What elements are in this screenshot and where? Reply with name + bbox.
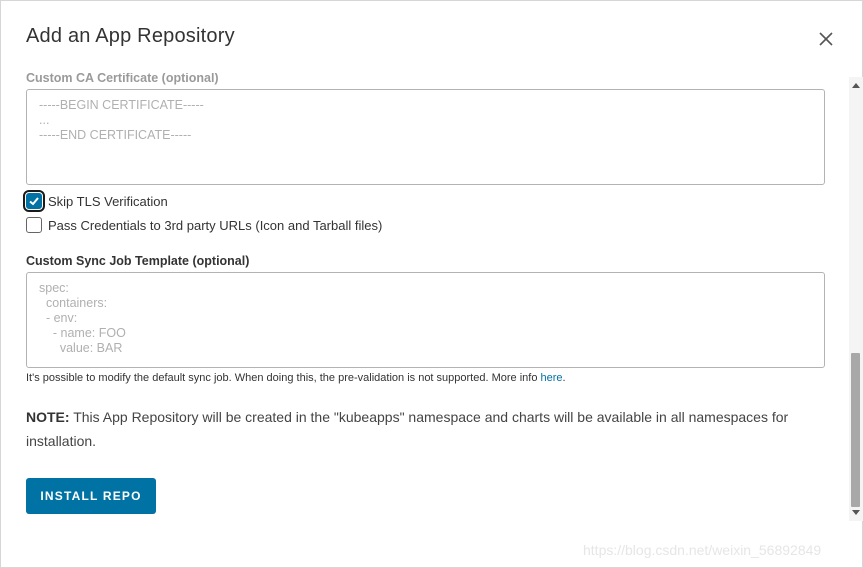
scroll-up-icon[interactable] [852,83,860,88]
watermark: https://blog.csdn.net/weixin_56892849 [583,542,822,558]
sync-job-helper-link[interactable]: here [541,372,563,384]
note-text: This App Repository will be created in t… [26,409,789,449]
install-repo-button[interactable]: INSTALL REPO [26,478,156,514]
ca-certificate-label: Custom CA Certificate (optional) [26,73,219,85]
pass-credentials-row: Pass Credentials to 3rd party URLs (Icon… [26,217,382,233]
pass-credentials-label: Pass Credentials to 3rd party URLs (Icon… [48,217,383,233]
sync-job-textarea[interactable]: spec: containers: - env: - name: FOO val… [26,272,825,368]
skip-tls-checkbox[interactable] [23,190,45,212]
sync-job-helper-text: It's possible to modify the default sync… [26,372,541,384]
close-button[interactable] [815,28,837,50]
close-icon [819,32,833,46]
scrollbar[interactable] [849,77,863,521]
skip-tls-row: Skip TLS Verification [23,190,168,212]
note-prefix: NOTE: [26,409,70,425]
pass-credentials-checkbox[interactable] [26,217,42,233]
modal-title: Add an App Repository [26,25,235,47]
sync-job-helper: It's possible to modify the default sync… [26,372,566,384]
check-icon [29,197,39,206]
add-repo-modal: Add an App Repository Custom CA Certific… [0,0,863,568]
scroll-down-icon[interactable] [852,510,860,515]
namespace-note: NOTE: This App Repository will be create… [26,405,826,453]
skip-tls-label: Skip TLS Verification [48,193,168,209]
modal-body: Custom CA Certificate (optional) -----BE… [1,73,849,523]
sync-job-helper-suffix: . [562,372,566,384]
ca-certificate-textarea[interactable]: -----BEGIN CERTIFICATE----- ... -----END… [26,89,825,185]
scroll-thumb[interactable] [851,353,860,507]
sync-job-label: Custom Sync Job Template (optional) [26,254,250,268]
